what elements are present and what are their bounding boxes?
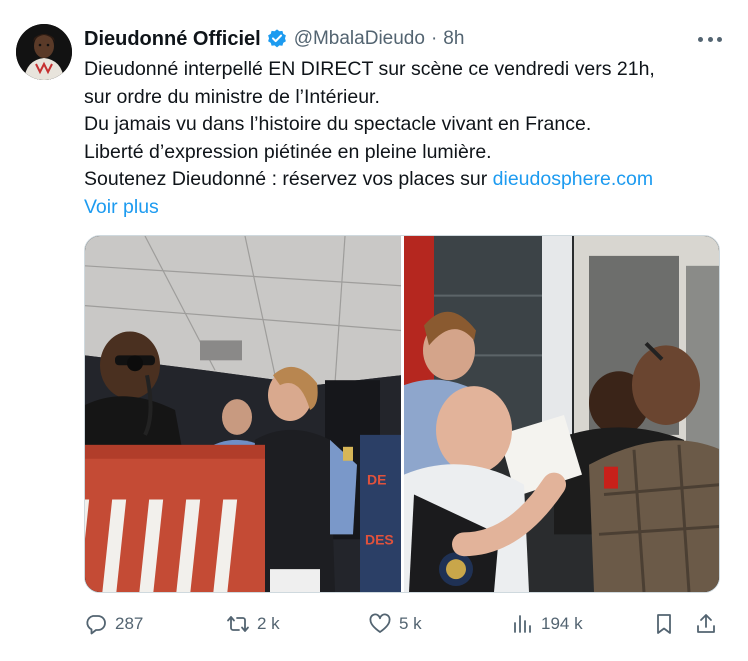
backstage-gendarmes-photo[interactable] <box>404 236 720 592</box>
tweet-timestamp[interactable]: 8h <box>443 28 464 50</box>
retweet-count: 2 k <box>257 614 280 633</box>
tweet-card[interactable]: Dieudonné Officiel @MbalaDieudo · 8h Die… <box>0 0 748 661</box>
retweet-button[interactable]: 2 k <box>226 608 280 640</box>
tweet-text-line: Dieudonné interpellé EN DIRECT sur scène… <box>84 58 655 80</box>
author-display-name[interactable]: Dieudonné Officiel <box>84 28 261 51</box>
views-count: 194 k <box>541 614 583 633</box>
bookmark-button[interactable] <box>652 608 676 640</box>
tweet-text-line: Soutenez Dieudonné : réservez vos places… <box>84 166 734 194</box>
heart-icon <box>369 613 391 633</box>
share-icon <box>697 614 715 633</box>
tweet-text-line: sur ordre du ministre de l’Intérieur. <box>84 85 380 108</box>
stage-arrest-photo[interactable]: DE DES <box>85 236 401 592</box>
tweet-text-prefix: Soutenez Dieudonné : réservez vos places… <box>84 168 493 190</box>
views-button[interactable]: 194 k <box>510 608 583 640</box>
views-chart-icon <box>514 615 531 633</box>
tweet-text-line: Liberté d’expression piétinée en pleine … <box>84 140 492 163</box>
author-avatar[interactable] <box>16 24 72 80</box>
dieudosphere-link[interactable]: dieudosphere.com <box>493 168 653 190</box>
reply-button[interactable]: 287 <box>84 608 143 640</box>
header-separator: · <box>430 28 438 49</box>
reply-icon <box>86 615 106 635</box>
show-more-link[interactable]: Voir plus <box>84 196 159 218</box>
tweet-media[interactable]: DE DES <box>84 235 720 593</box>
svg-text:DES: DES <box>365 531 394 547</box>
verified-badge-icon <box>266 28 288 50</box>
bookmark-icon <box>657 614 671 634</box>
svg-text:DE: DE <box>367 472 386 488</box>
reply-count: 287 <box>115 614 144 633</box>
more-options-icon[interactable] <box>698 30 722 48</box>
tweet-actions: 287 2 k 5 k 194 k <box>84 608 724 640</box>
like-button[interactable]: 5 k <box>368 608 422 640</box>
share-button[interactable] <box>694 608 718 640</box>
author-handle[interactable]: @MbalaDieudo <box>294 28 425 50</box>
tweet-header: Dieudonné Officiel @MbalaDieudo · 8h <box>84 26 464 52</box>
retweet-icon <box>227 616 249 632</box>
tweet-text: Dieudonné interpellé EN DIRECT sur scène… <box>84 56 734 221</box>
like-count: 5 k <box>399 614 422 633</box>
tweet-text-line: Du jamais vu dans l’histoire du spectacl… <box>84 113 592 135</box>
